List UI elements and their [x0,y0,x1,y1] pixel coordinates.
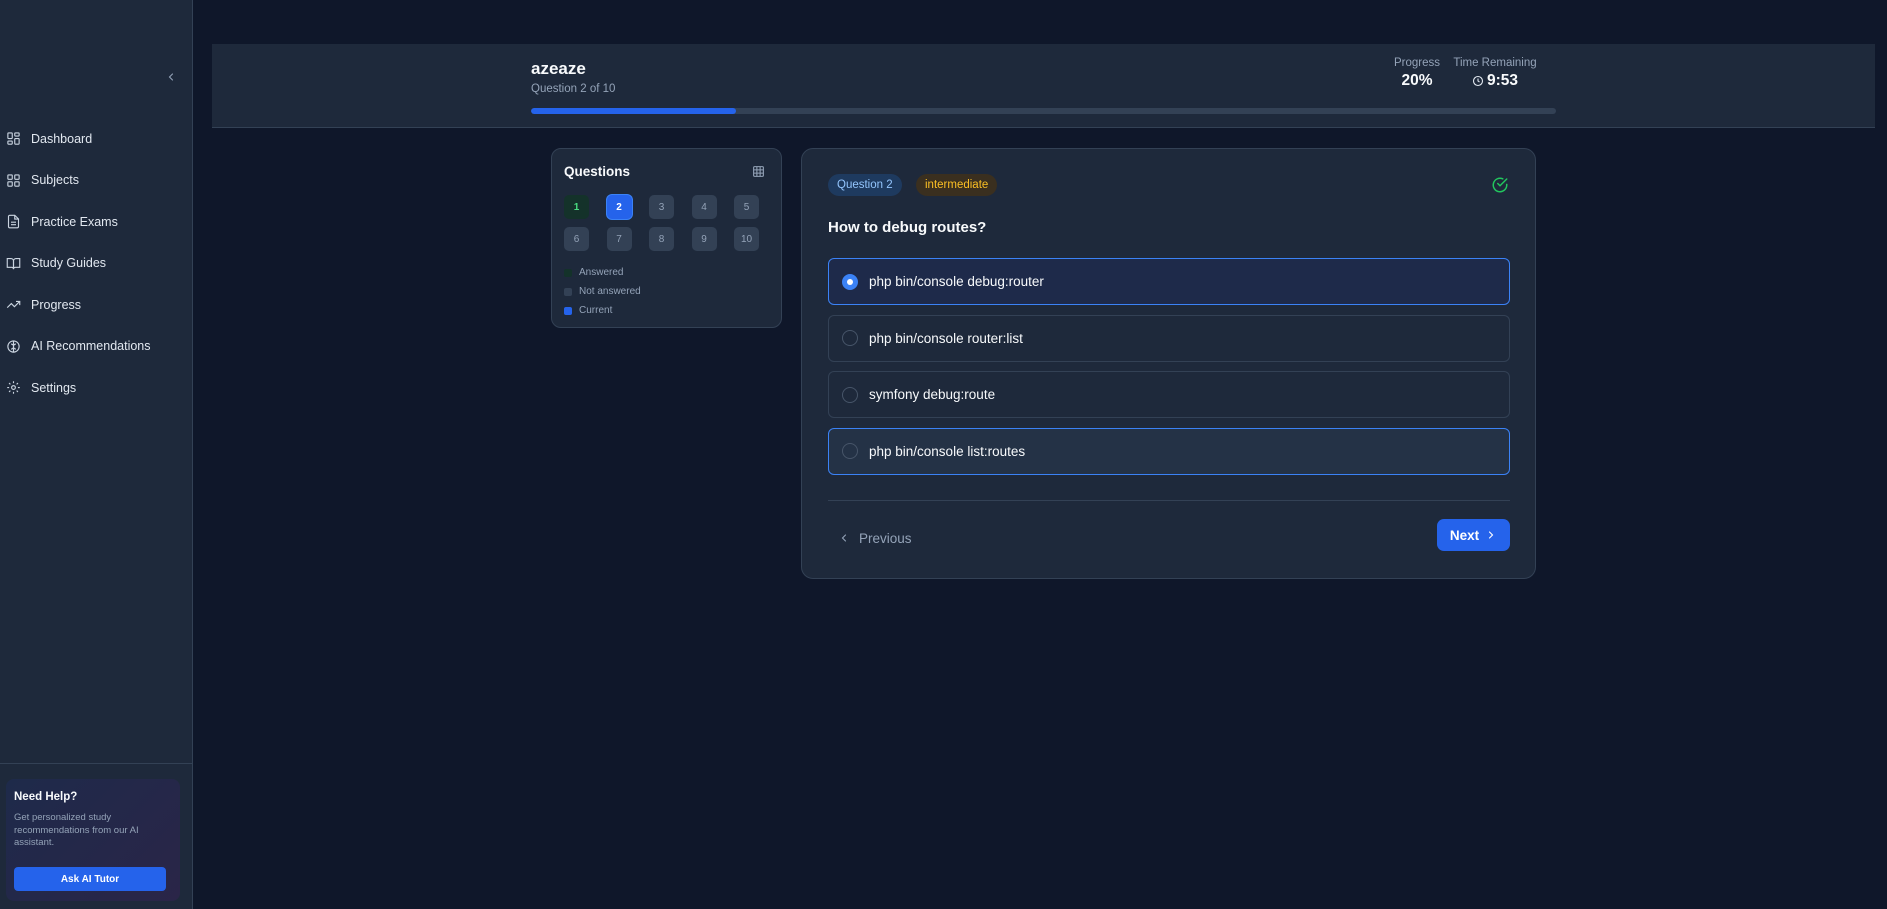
trending-up-icon [6,301,21,309]
question-card: Question 2 intermediate How to debug rou… [801,148,1536,579]
difficulty-badge: intermediate [916,174,998,196]
progress-label: Progress [1393,57,1441,69]
questions-panel: Questions 1 2 3 4 5 6 7 8 9 10 Answered … [551,148,782,328]
sidebar-item-label: Dashboard [31,131,93,146]
question-legend: Answered Not answered Current [564,263,641,320]
document-icon [7,214,20,229]
question-text: How to debug routes? [828,219,987,236]
chevron-left-icon [168,73,174,81]
legend-current: Current [564,301,641,320]
exam-title: azeaze [531,59,586,78]
time-remaining-value: 9:53 [1486,72,1519,89]
help-title: Need Help? [14,791,78,803]
clock-icon [1472,75,1484,87]
sidebar-item-practice-exams[interactable]: Practice Exams [0,201,193,243]
chevron-right-icon [1489,531,1494,539]
help-text: Get personalized study recommendations f… [14,812,139,848]
progress-stat: Progress 20% [1381,57,1453,90]
answer-option-label: symfony debug:route [869,387,996,402]
current-swatch [564,306,572,315]
sidebar-item-progress[interactable]: Progress [0,284,193,326]
progress-bar [531,108,1556,114]
grid-view-icon[interactable] [752,165,765,178]
sidebar-item-study-guides[interactable]: Study Guides [0,243,193,285]
sidebar-item-subjects[interactable]: Subjects [0,160,193,202]
sidebar: Dashboard Subjects Practice Exams Study … [0,0,193,909]
sidebar-item-ai-recommendations[interactable]: AI Recommendations [0,326,193,368]
sidebar-item-label: Practice Exams [31,214,118,229]
question-grid: 1 2 3 4 5 6 7 8 9 10 [564,195,759,251]
answer-option[interactable]: php bin/console router:list [828,314,1510,362]
sidebar-item-label: Settings [31,380,77,395]
time-remaining: 9:53 [1450,72,1540,90]
divider [828,500,1510,501]
sidebar-item-label: Study Guides [31,256,107,271]
brain-icon [7,340,20,353]
question-nav-button[interactable]: 1 [564,195,589,219]
gear-icon [7,381,20,394]
next-label: Next [1449,527,1480,543]
questions-panel-title: Questions [564,164,631,179]
question-nav-button[interactable]: 3 [649,195,674,219]
legend-label: Current [579,305,613,316]
previous-label: Previous [859,530,912,546]
answer-option-label: php bin/console router:list [869,330,1023,346]
answer-options: php bin/console debug:router php bin/con… [828,258,1510,484]
legend-not-answered: Not answered [564,282,641,301]
sidebar-item-label: Subjects [31,173,79,188]
radio-icon [842,386,858,403]
question-nav-button[interactable]: 6 [564,227,589,251]
answer-option-label: php bin/console debug:router [869,274,1044,289]
collapse-sidebar-button[interactable] [162,68,180,86]
not-answered-swatch [564,287,572,296]
check-circle-icon [1492,177,1508,193]
question-nav-button[interactable]: 5 [734,195,759,219]
question-nav-button[interactable]: 10 [734,227,759,251]
sidebar-item-label: AI Recommendations [31,339,151,354]
sidebar-item-dashboard[interactable]: Dashboard [0,118,193,160]
radio-selected-icon [842,273,858,290]
previous-button[interactable]: Previous [838,522,912,554]
legend-answered: Answered [564,263,641,282]
dashboard-icon [7,132,20,145]
sidebar-footer: Need Help? Get personalized study recomm… [0,763,193,909]
question-number-badge: Question 2 [828,174,902,196]
ask-ai-tutor-button[interactable]: Ask AI Tutor [14,867,166,891]
legend-label: Answered [579,267,624,278]
answer-option-label: php bin/console list:routes [869,443,1026,459]
book-icon [6,257,21,269]
time-remaining-stat: Time Remaining 9:53 [1450,57,1540,90]
sidebar-nav: Dashboard Subjects Practice Exams Study … [0,118,193,409]
sidebar-item-settings[interactable]: Settings [0,367,193,409]
chevron-left-icon [841,534,847,542]
progress-value: 20% [1401,72,1433,89]
question-nav-button[interactable]: 9 [691,227,717,251]
answered-swatch [564,268,572,277]
next-button[interactable]: Next [1437,519,1510,551]
grid-icon [7,174,20,187]
legend-label: Not answered [579,286,641,297]
progress-bar-fill [531,108,736,114]
exam-header: azeaze Question 2 of 10 Progress 20% Tim… [212,44,1875,128]
answer-option[interactable]: php bin/console debug:router [828,258,1510,305]
time-remaining-label: Time Remaining [1453,57,1537,69]
answer-option[interactable]: symfony debug:route [828,371,1510,418]
sidebar-item-label: Progress [31,297,82,312]
question-nav-button[interactable]: 7 [606,227,632,251]
question-nav-button[interactable]: 8 [649,227,674,251]
help-card: Need Help? Get personalized study recomm… [6,779,180,901]
question-counter: Question 2 of 10 [531,83,616,95]
answer-option[interactable]: php bin/console list:routes [828,427,1510,475]
radio-icon [842,443,858,459]
question-nav-button[interactable]: 2 [606,195,632,219]
radio-icon [842,330,858,346]
question-nav-button[interactable]: 4 [691,195,717,219]
